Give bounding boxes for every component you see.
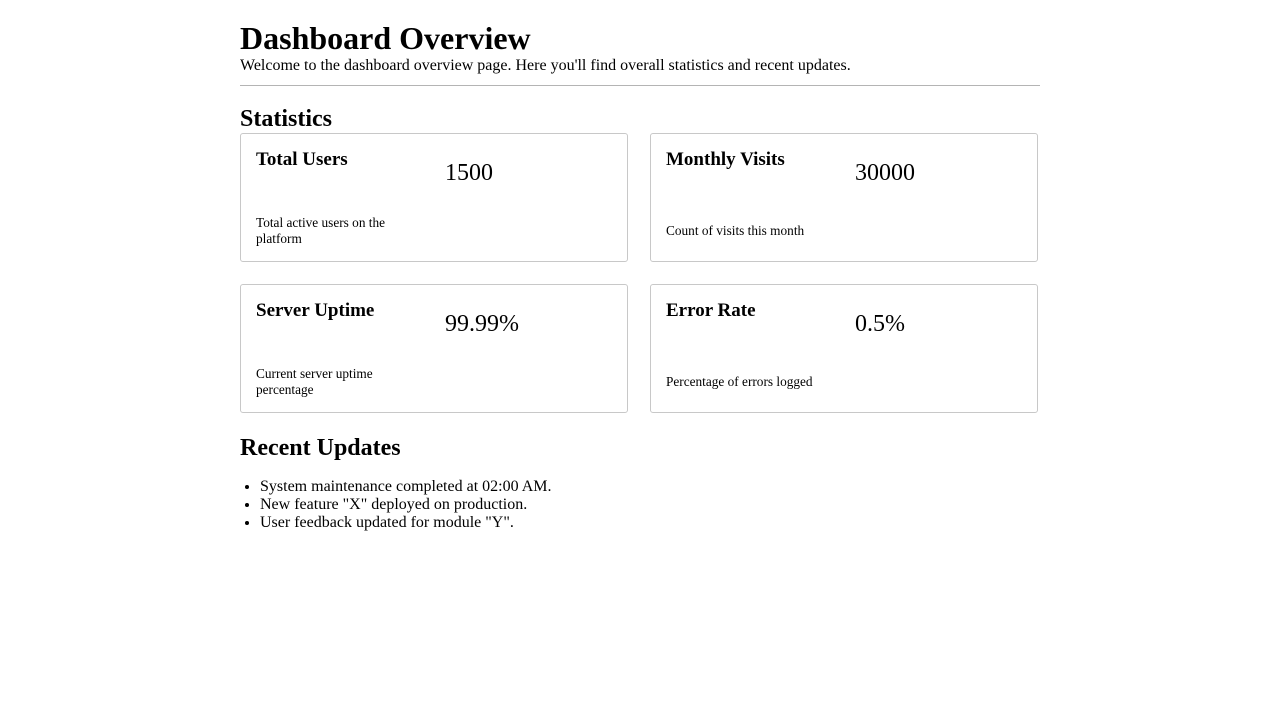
- stat-card-description: Count of visits this month: [666, 223, 805, 238]
- stat-card-value: 1500: [445, 160, 493, 186]
- stat-card-server-uptime: Server Uptime 99.99% Current server upti…: [240, 284, 628, 413]
- stat-card-label: Error Rate: [666, 300, 756, 321]
- page-title: Dashboard Overview: [240, 20, 531, 56]
- stat-card-value: 0.5%: [855, 311, 905, 337]
- list-item: User feedback updated for module "Y".: [260, 514, 552, 532]
- recent-updates-list: System maintenance completed at 02:00 AM…: [240, 478, 552, 532]
- stat-card-value: 30000: [855, 160, 915, 186]
- statistics-heading: Statistics: [240, 106, 332, 132]
- stat-card-value: 99.99%: [445, 311, 519, 337]
- stat-card-description: Percentage of errors logged: [666, 374, 813, 389]
- stat-card-description: Total active users on the platform: [256, 215, 386, 246]
- stat-card-total-users: Total Users 1500 Total active users on t…: [240, 133, 628, 262]
- header-divider: [240, 85, 1040, 86]
- recent-updates-heading: Recent Updates: [240, 435, 401, 461]
- stat-card-label: Monthly Visits: [666, 149, 785, 170]
- list-item: New feature "X" deployed on production.: [260, 496, 552, 514]
- stat-card-label: Total Users: [256, 149, 348, 170]
- list-item: System maintenance completed at 02:00 AM…: [260, 478, 552, 496]
- stat-card-error-rate: Error Rate 0.5% Percentage of errors log…: [650, 284, 1038, 413]
- stat-card-description: Current server uptime percentage: [256, 366, 373, 397]
- stat-card-monthly-visits: Monthly Visits 30000 Count of visits thi…: [650, 133, 1038, 262]
- page-subtitle: Welcome to the dashboard overview page. …: [240, 57, 851, 74]
- stat-card-label: Server Uptime: [256, 300, 375, 321]
